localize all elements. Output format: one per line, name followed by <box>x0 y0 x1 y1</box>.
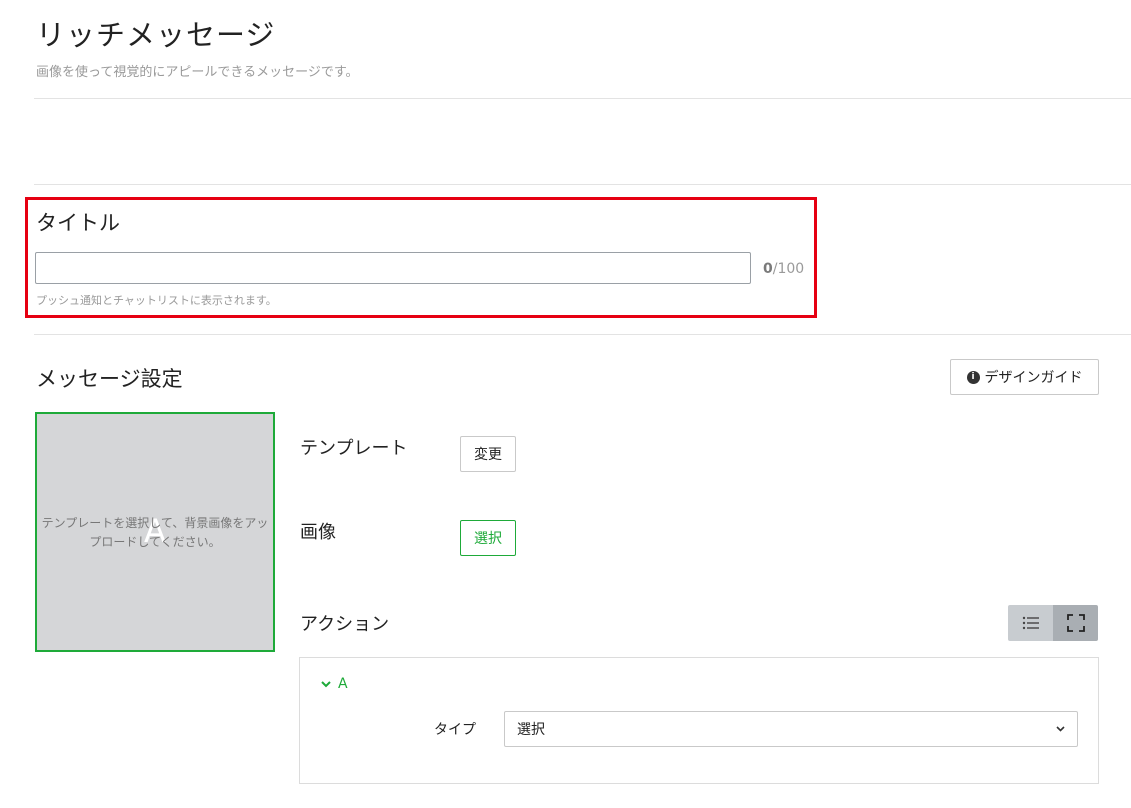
message-preview[interactable]: A テンプレートを選択して、背景画像をアップロードしてください。 <box>35 412 275 652</box>
grid-view-toggle[interactable] <box>1053 605 1098 641</box>
message-settings-heading: メッセージ設定 <box>36 367 183 391</box>
type-select-value: 選択 <box>517 722 545 738</box>
divider <box>34 98 1131 99</box>
image-label: 画像 <box>300 522 336 543</box>
counter-current: 0 <box>763 261 773 277</box>
page-title: リッチメッセージ <box>36 18 276 52</box>
title-section-heading: タイトル <box>36 211 120 235</box>
title-input[interactable] <box>35 252 751 284</box>
type-select[interactable]: 選択 <box>504 711 1078 747</box>
counter-max: /100 <box>772 261 805 277</box>
chevron-down-icon <box>321 680 331 687</box>
info-icon: i <box>966 370 980 384</box>
list-view-toggle[interactable] <box>1008 605 1053 641</box>
chevron-down-icon <box>1056 726 1065 732</box>
action-a-name: A <box>338 676 348 692</box>
title-hint: プッシュ通知とチャットリストに表示されます。 <box>36 294 277 307</box>
action-label: アクション <box>300 614 390 635</box>
view-toggle <box>1008 605 1099 641</box>
divider <box>34 184 1131 185</box>
action-a-header[interactable]: A <box>321 676 348 692</box>
page-subtitle: 画像を使って視覚的にアピールできるメッセージです。 <box>36 65 359 80</box>
change-template-button[interactable]: 変更 <box>460 436 516 472</box>
preview-placeholder-text: テンプレートを選択して、背景画像をアップロードしてください。 <box>41 516 269 549</box>
design-guide-label: デザインガイド <box>984 370 1083 386</box>
template-label: テンプレート <box>300 438 408 459</box>
type-label: タイプ <box>434 722 476 738</box>
divider <box>34 334 1131 335</box>
list-icon <box>1022 616 1039 630</box>
select-image-button[interactable]: 選択 <box>460 520 516 556</box>
design-guide-button[interactable]: i デザインガイド <box>950 359 1099 395</box>
title-char-counter: 0/100 <box>763 261 804 277</box>
action-panel: A タイプ 選択 <box>299 657 1099 784</box>
expand-icon <box>1066 614 1085 632</box>
